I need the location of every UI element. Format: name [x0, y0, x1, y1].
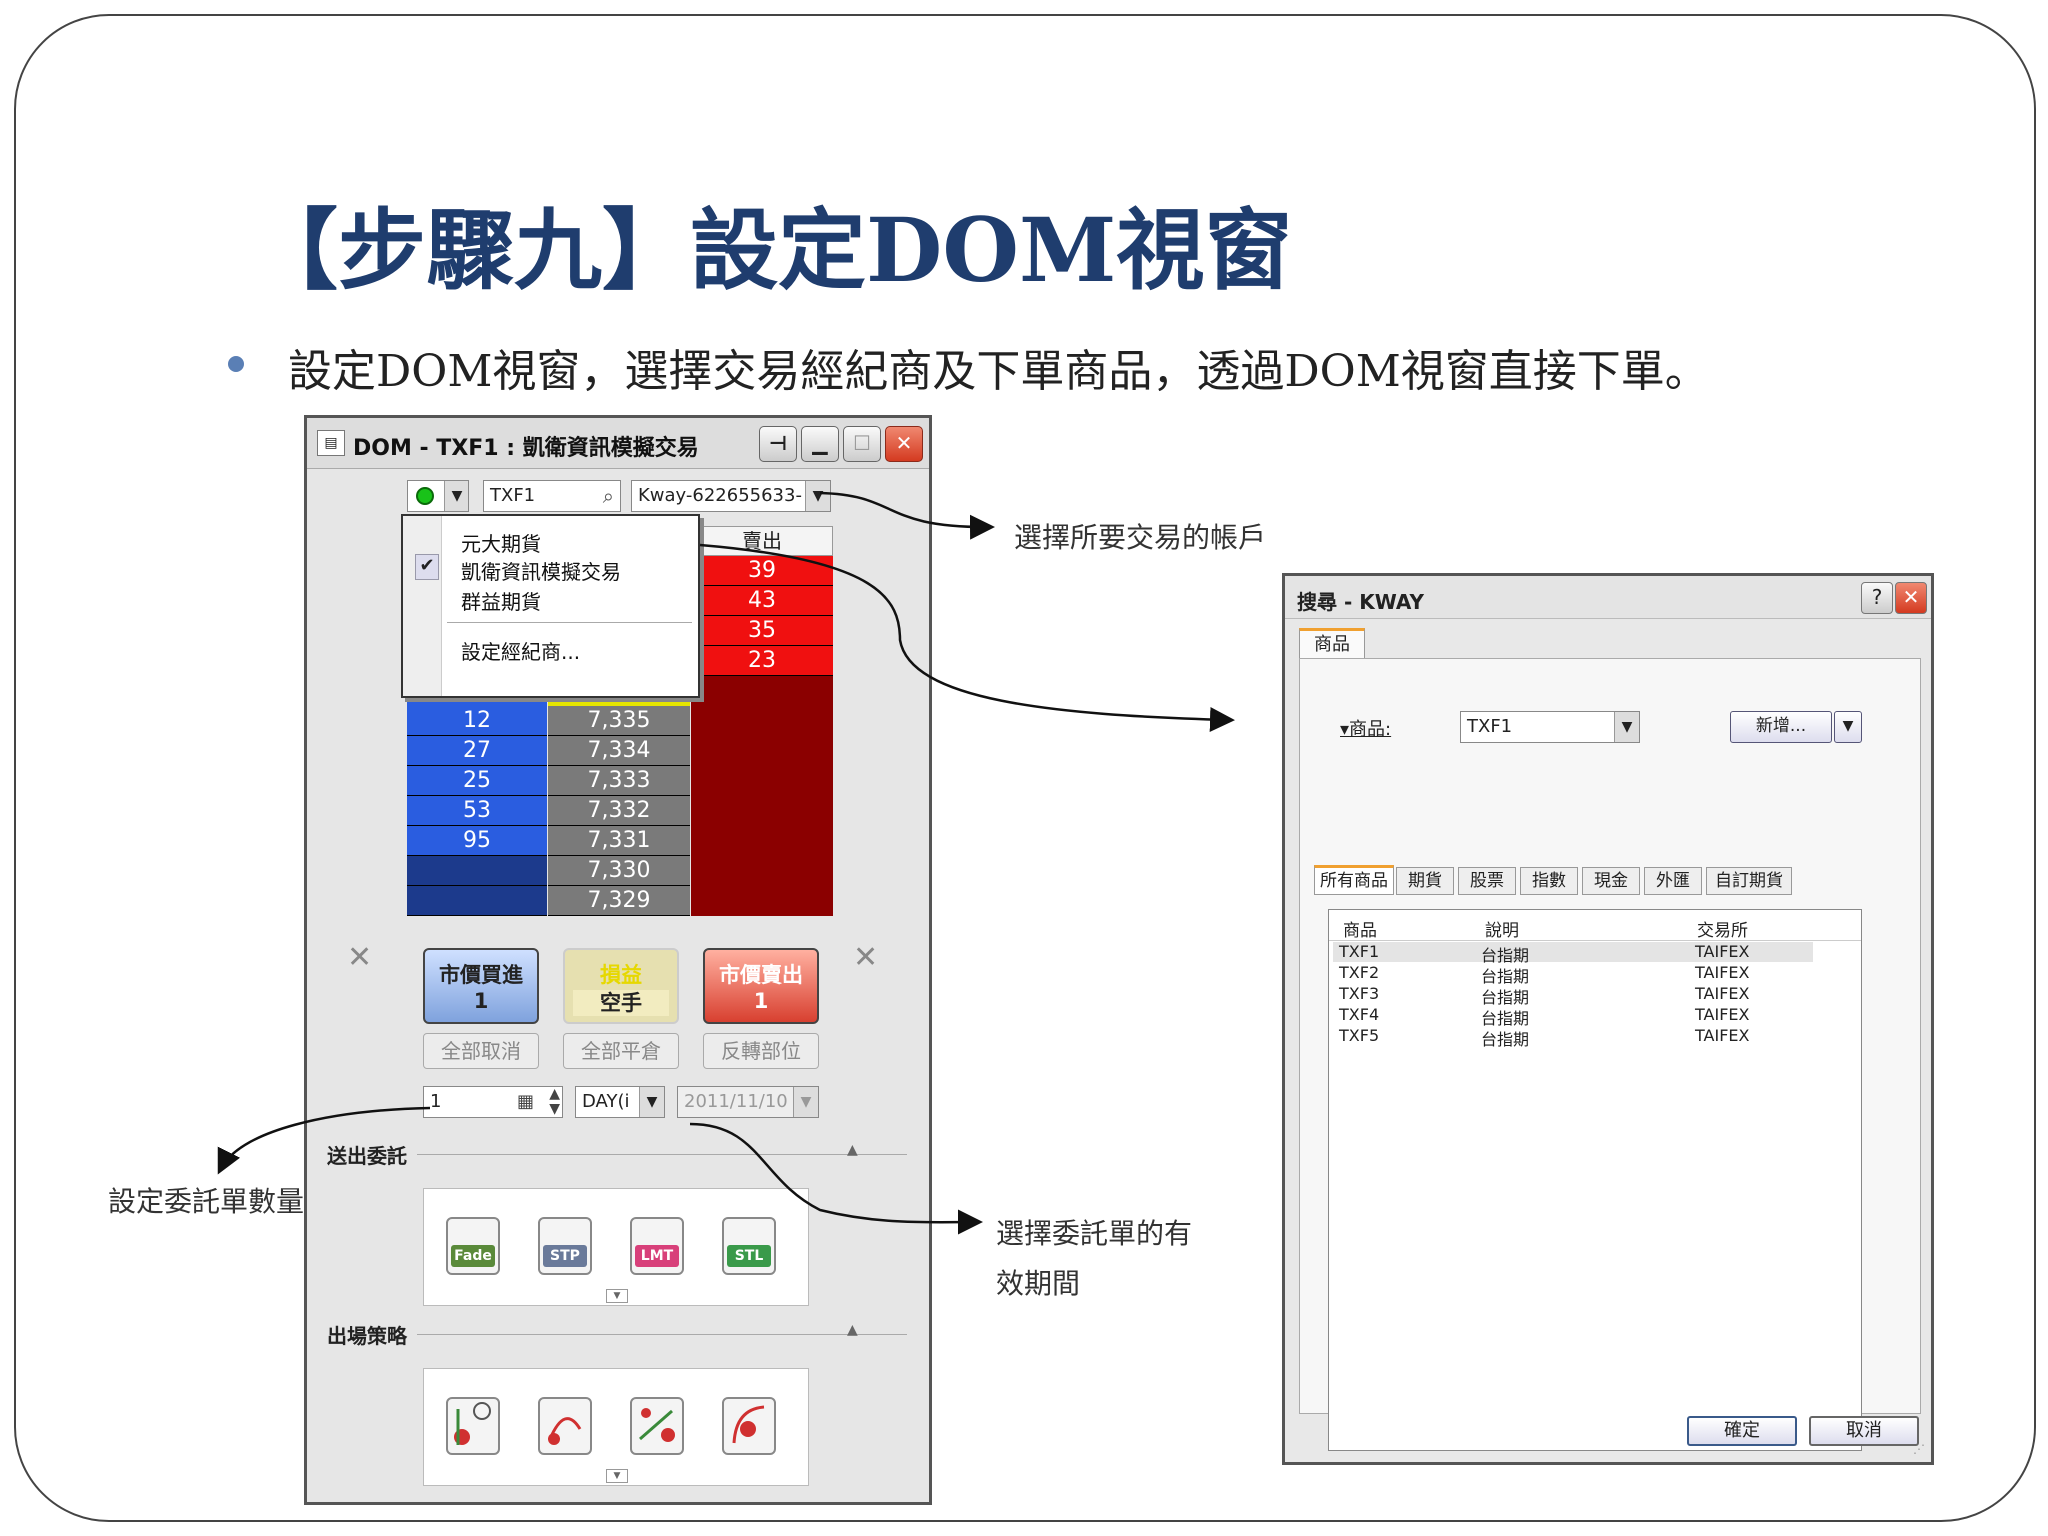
arrow-account [819, 491, 995, 540]
arrow-validity [689, 1122, 983, 1235]
arrow-product [699, 543, 1235, 732]
arrow-quantity [217, 1106, 431, 1175]
annotation-arrows [217, 491, 1235, 1235]
